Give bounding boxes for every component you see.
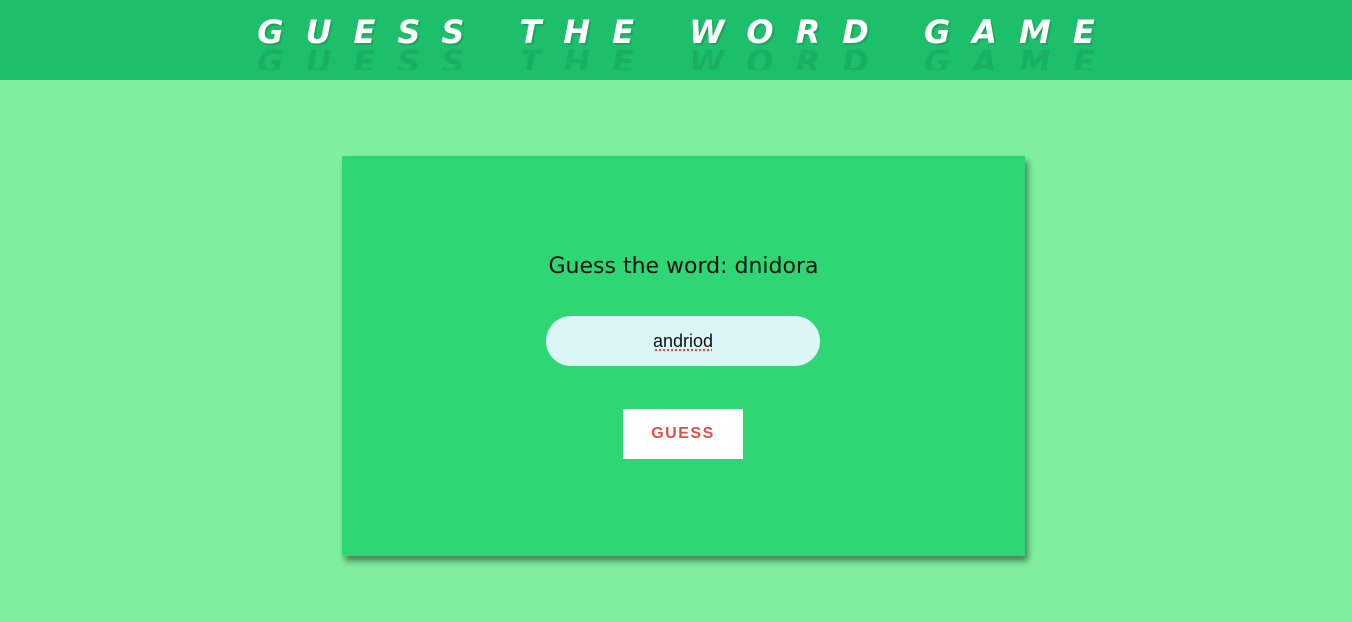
- page-title-reflection: GUESS THE WORD GAME: [257, 43, 1117, 70]
- scrambled-word-prompt: Guess the word: dnidora: [548, 254, 819, 279]
- guess-button[interactable]: GUESS: [623, 409, 743, 459]
- guess-input[interactable]: [546, 316, 820, 366]
- spellcheck-underline: [654, 349, 712, 352]
- page-header: GUESS THE WORD GAME GUESS THE WORD GAME: [0, 0, 1352, 80]
- game-card: Guess the word: dnidora GUESS: [342, 156, 1025, 556]
